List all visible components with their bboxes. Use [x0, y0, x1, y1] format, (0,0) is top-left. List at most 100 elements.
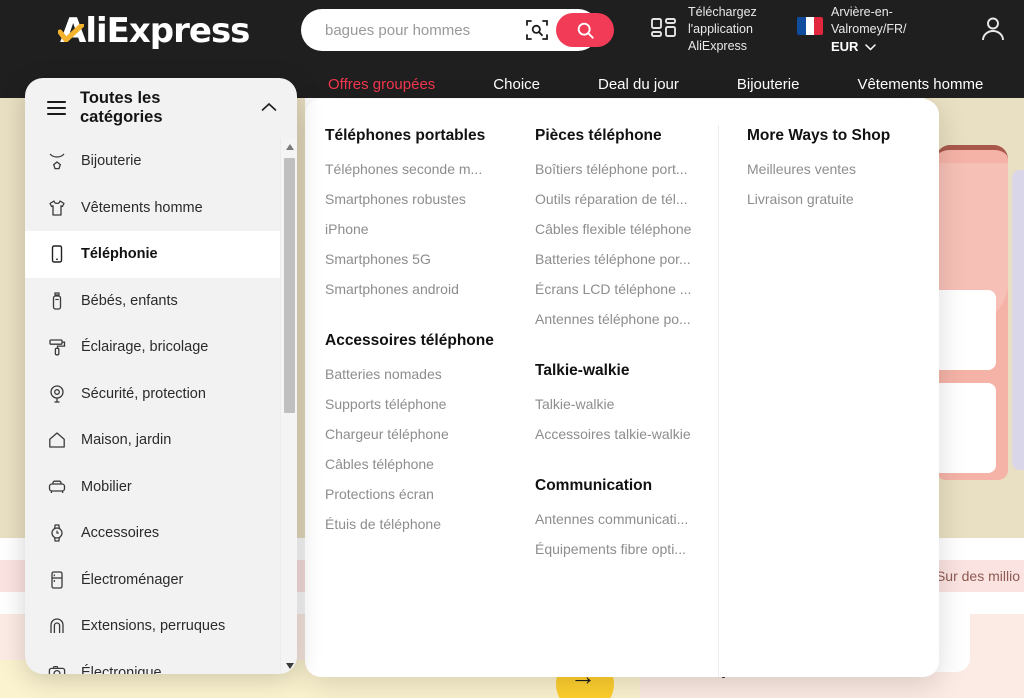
sidebar-item-label: Éclairage, bricolage: [81, 339, 209, 356]
fr-flag-icon: [797, 17, 823, 35]
search-icon: [577, 22, 594, 39]
sidebar-item-maison-jardin[interactable]: Maison, jardin: [25, 417, 297, 464]
app-download-text: Téléchargez l'application AliExpress: [688, 4, 774, 55]
sidebar-item-extensions-perruques[interactable]: Extensions, perruques: [25, 603, 297, 650]
mega-link[interactable]: Câbles téléphone: [325, 449, 495, 479]
camera-search-icon[interactable]: [524, 17, 550, 43]
chevron-down-icon: [865, 39, 876, 56]
sidebar-item-label: Électronique: [81, 664, 162, 674]
mega-group-title: Talkie-walkie: [535, 362, 630, 379]
mega-link[interactable]: Antennes communicati...: [535, 504, 698, 534]
sidebar-item-label: Sécurité, protection: [81, 385, 206, 402]
mega-link[interactable]: Boîtiers téléphone port...: [535, 154, 698, 184]
mega-group-telephones-portables: Téléphones portables Téléphones seconde …: [325, 125, 495, 304]
sidebar-item-label: Téléphonie: [81, 246, 158, 263]
mega-link[interactable]: Talkie-walkie: [535, 389, 698, 419]
mega-link[interactable]: Supports téléphone: [325, 389, 495, 419]
category-scrollbar[interactable]: [280, 138, 297, 674]
category-list: Bijouterie Vêtements homme Téléphonie Bé…: [25, 138, 297, 674]
sidebar-item-eclairage-bricolage[interactable]: Éclairage, bricolage: [25, 324, 297, 371]
mega-link[interactable]: Meilleures ventes: [747, 154, 919, 184]
mega-link[interactable]: Chargeur téléphone: [325, 419, 495, 449]
mega-link[interactable]: Batteries nomades: [325, 359, 495, 389]
nav-item-choice[interactable]: Choice: [493, 76, 540, 98]
background-lilac-strip: [1012, 170, 1024, 470]
mega-link[interactable]: Smartphones android: [325, 274, 495, 304]
nav-item-vetements-homme[interactable]: Vêtements homme: [857, 76, 983, 98]
sidebar-item-label: Maison, jardin: [81, 432, 172, 449]
mega-group-title: Accessoires téléphone: [325, 332, 494, 349]
qr-code-icon: [651, 17, 676, 37]
account-person-icon[interactable]: [978, 14, 1008, 44]
mega-column-1: Téléphones portables Téléphones seconde …: [305, 125, 515, 677]
sidebar-item-electronique[interactable]: Électronique: [25, 650, 297, 674]
tshirt-icon: [49, 200, 65, 216]
app-download-line-2: l'application: [688, 22, 753, 36]
scrollbar-thumb[interactable]: [284, 158, 295, 413]
sidebar-item-label: Bébés, enfants: [81, 292, 178, 309]
mega-link[interactable]: Téléphones seconde m...: [325, 154, 495, 184]
sidebar-item-electromenager[interactable]: Électroménager: [25, 557, 297, 604]
mega-group-title: Communication: [535, 477, 653, 494]
search-input[interactable]: [301, 21, 524, 39]
scroll-down-arrow[interactable]: [281, 657, 297, 674]
sidebar-item-vetements-homme[interactable]: Vêtements homme: [25, 185, 297, 232]
sidebar-item-label: Accessoires: [81, 525, 160, 542]
mega-link[interactable]: Antennes téléphone po...: [535, 304, 698, 334]
sidebar-item-telephonie[interactable]: Téléphonie: [25, 231, 297, 278]
all-categories-header[interactable]: Toutes les catégories: [25, 86, 297, 130]
house-icon: [49, 432, 65, 448]
mega-link[interactable]: Écrans LCD téléphone ...: [535, 274, 698, 304]
search-button[interactable]: [556, 13, 614, 47]
sidebar-item-mobilier[interactable]: Mobilier: [25, 464, 297, 511]
mega-link[interactable]: iPhone: [325, 214, 495, 244]
mega-link[interactable]: Équipements fibre opti...: [535, 534, 698, 564]
hamburger-icon: [47, 101, 66, 115]
locale-text: Arvière-en- Valromey/FR/ EUR: [831, 4, 917, 56]
mega-group-more-ways-to-shop: More Ways to Shop Meilleures ventes Livr…: [747, 125, 919, 214]
mega-group-pieces-telephone: Pièces téléphone Boîtiers téléphone port…: [535, 125, 698, 334]
baby-bottle-icon: [52, 292, 62, 310]
nav-item-deal-du-jour[interactable]: Deal du jour: [598, 76, 679, 98]
app-download-line-1: Téléchargez: [688, 5, 757, 19]
sidebar-item-bebes-enfants[interactable]: Bébés, enfants: [25, 278, 297, 325]
currency-label: EUR: [831, 39, 859, 54]
site-header: AliExpress bagues pour hommes Télécharge…: [0, 0, 1024, 60]
mega-link[interactable]: Smartphones 5G: [325, 244, 495, 274]
category-mega-menu: Téléphones portables Téléphones seconde …: [305, 99, 939, 677]
mega-link[interactable]: Outils réparation de tél...: [535, 184, 698, 214]
mega-group-accessoires-telephone: Accessoires téléphone Batteries nomades …: [325, 330, 495, 539]
chevron-up-icon[interactable]: [261, 99, 277, 117]
locale-selector[interactable]: Arvière-en- Valromey/FR/ EUR: [797, 4, 917, 56]
sidebar-item-label: Vêtements homme: [81, 199, 203, 216]
paint-roller-icon: [49, 339, 66, 356]
nav-item-bijouterie[interactable]: Bijouterie: [737, 76, 800, 98]
wig-icon: [50, 618, 64, 634]
nav-item-offres-groupees[interactable]: Offres groupées: [328, 76, 435, 98]
mega-link[interactable]: Étuis de téléphone: [325, 509, 495, 539]
sidebar-item-label: Électroménager: [81, 571, 184, 588]
scroll-up-arrow[interactable]: [281, 138, 297, 155]
fridge-icon: [51, 571, 63, 589]
mega-link[interactable]: Câbles flexible téléphone: [535, 214, 698, 244]
mega-link[interactable]: Batteries téléphone por...: [535, 244, 698, 274]
mega-group-title: Pièces téléphone: [535, 127, 662, 144]
search-bar[interactable]: [301, 9, 614, 51]
sidebar-item-accessoires[interactable]: Accessoires: [25, 510, 297, 557]
mega-link[interactable]: Protections écran: [325, 479, 495, 509]
mega-link[interactable]: Smartphones robustes: [325, 184, 495, 214]
locale-line-2: Valromey/FR/: [831, 22, 907, 36]
sidebar-item-label: Mobilier: [81, 478, 132, 495]
app-download-link[interactable]: Téléchargez l'application AliExpress: [650, 4, 774, 55]
camera-icon: [48, 665, 66, 674]
sofa-icon: [48, 480, 66, 493]
mega-link[interactable]: Accessoires talkie-walkie: [535, 419, 698, 449]
mega-group-title: Téléphones portables: [325, 127, 486, 144]
sidebar-item-bijouterie[interactable]: Bijouterie: [25, 138, 297, 185]
mega-link[interactable]: Livraison gratuite: [747, 184, 919, 214]
aliexpress-logo[interactable]: AliExpress: [58, 8, 250, 54]
aliexpress-page: Sur des millio Deal du jour AliExpress: [0, 0, 1024, 698]
sidebar-item-securite-protection[interactable]: Sécurité, protection: [25, 371, 297, 418]
sidebar-item-label: Extensions, perruques: [81, 618, 226, 635]
mega-group-talkie-walkie: Talkie-walkie Talkie-walkie Accessoires …: [535, 360, 698, 449]
